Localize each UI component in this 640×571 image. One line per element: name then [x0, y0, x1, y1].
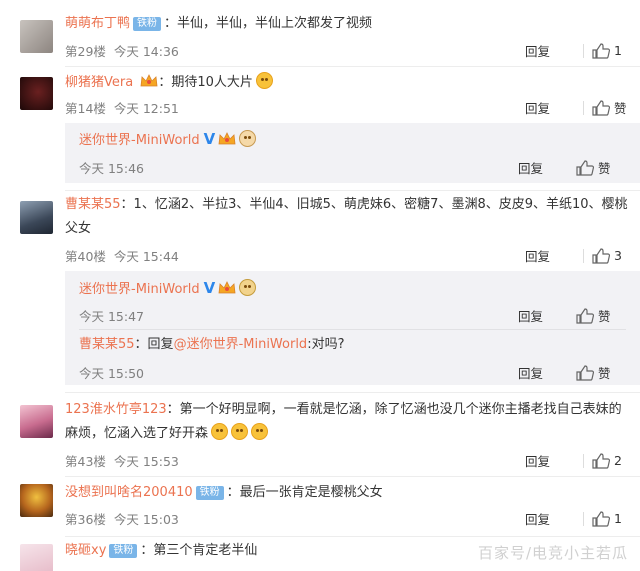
- reply-button[interactable]: 回复: [518, 306, 576, 325]
- sub-reply-box: 迷你世界-MiniWorld V 今天 15:46 回复 赞: [65, 123, 640, 183]
- reply-button[interactable]: 回复: [525, 246, 583, 265]
- like-button[interactable]: 1: [592, 510, 640, 527]
- comment-body: ：期待10人大片: [158, 75, 253, 90]
- like-button[interactable]: 3: [592, 247, 640, 264]
- comment-meta: 第29楼 今天 14:36: [65, 41, 179, 60]
- username-link[interactable]: 迷你世界-MiniWorld: [79, 133, 200, 148]
- thumbs-up-icon: [592, 510, 610, 527]
- comment-body: ：第三个肯定老半仙: [140, 543, 258, 558]
- avatar[interactable]: [20, 77, 53, 110]
- reply-button[interactable]: 回复: [525, 509, 583, 528]
- emoji-cat-icon: [239, 130, 257, 147]
- username-link[interactable]: 晓砸xy: [65, 543, 106, 558]
- timestamp: 今天 14:36: [113, 44, 179, 59]
- emoji-laugh-icon: [251, 423, 269, 440]
- avatar[interactable]: [20, 20, 53, 53]
- reply-button[interactable]: 回复: [525, 451, 583, 470]
- like-count: 2: [614, 453, 622, 468]
- timestamp: 今天 15:46: [79, 161, 144, 176]
- emoji-doge-icon: [239, 279, 257, 296]
- fans-badge: 铁粉: [109, 544, 138, 558]
- comment-body: ：1、忆涵2、半拉3、半仙4、旧城5、萌虎妹6、密糖7、墨渊8、皮皮9、羊纸10…: [65, 197, 628, 236]
- like-button[interactable]: 1: [592, 42, 640, 59]
- like-button[interactable]: 赞: [592, 98, 640, 117]
- username-link[interactable]: 曹某某55: [65, 197, 121, 212]
- sub-reply-text: 曹某某55：回复@迷你世界-MiniWorld:对吗?: [79, 337, 345, 352]
- like-button[interactable]: 赞: [576, 363, 624, 382]
- thumbs-up-icon: [576, 364, 594, 381]
- vip-crown-icon: [218, 281, 236, 294]
- comment-body: ：半仙，半仙，半仙上次都发了视频: [164, 16, 373, 31]
- like-count: 3: [614, 248, 622, 263]
- floor-number: 第43楼: [65, 454, 106, 469]
- sub-reply-box: 迷你世界-MiniWorld V 今天 15:47 回复 赞 曹某某55：回复@迷…: [65, 271, 640, 385]
- reply-button[interactable]: 回复: [518, 158, 576, 177]
- emoji-laugh-icon: [231, 423, 249, 440]
- like-count: 1: [614, 43, 622, 58]
- reply-button[interactable]: 回复: [518, 363, 576, 382]
- reply-button[interactable]: 回复: [525, 41, 583, 60]
- vip-crown-icon: [140, 74, 158, 87]
- timestamp: 今天 15:47: [79, 309, 144, 324]
- timestamp: 今天 15:53: [113, 454, 179, 469]
- timestamp: 今天 15:50: [79, 366, 144, 381]
- vip-crown-icon: [218, 132, 236, 145]
- like-count: 1: [614, 511, 622, 526]
- thumbs-up-icon: [576, 159, 594, 176]
- avatar[interactable]: [20, 544, 53, 571]
- comment-text: 没想到叫啥名200410 铁粉 ：最后一张肯定是樱桃父女: [65, 481, 628, 505]
- comment-text: 萌萌布丁鸭 铁粉 ：半仙，半仙，半仙上次都发了视频: [65, 12, 628, 36]
- username-link[interactable]: 柳猪猪Vera: [65, 75, 133, 90]
- like-button[interactable]: 赞: [576, 158, 624, 177]
- sub-reply-text: 迷你世界-MiniWorld V: [79, 277, 257, 301]
- verified-badge: V: [203, 130, 216, 148]
- emoji-laugh-icon: [211, 423, 229, 440]
- comment-text: 123淮水竹亭123：第一个好明显啊，一看就是忆涵，除了忆涵也没几个迷你主播老找…: [65, 398, 628, 446]
- avatar[interactable]: [20, 201, 53, 234]
- fans-badge: 铁粉: [195, 486, 224, 500]
- thumbs-up-icon: [592, 452, 610, 469]
- username-link[interactable]: 123淮水竹亭123: [65, 402, 167, 417]
- comment-body: ：最后一张肯定是樱桃父女: [226, 485, 383, 500]
- watermark: 百家号/电竞小主若瓜: [477, 544, 628, 562]
- floor-number: 第36楼: [65, 512, 106, 527]
- timestamp: 今天 12:51: [113, 101, 179, 116]
- thumbs-up-icon: [592, 247, 610, 264]
- emoji-glasses-icon: [255, 72, 273, 89]
- floor-number: 第29楼: [65, 44, 106, 59]
- reply-button[interactable]: 回复: [525, 98, 583, 117]
- floor-number: 第14楼: [65, 101, 106, 116]
- username-link[interactable]: 萌萌布丁鸭: [65, 16, 130, 31]
- timestamp: 今天 15:44: [113, 249, 179, 264]
- sub-reply-text: 迷你世界-MiniWorld V: [79, 128, 257, 152]
- avatar[interactable]: [20, 405, 53, 438]
- fans-badge: 铁粉: [133, 17, 162, 31]
- avatar[interactable]: [20, 484, 53, 517]
- thumbs-up-icon: [576, 307, 594, 324]
- like-button[interactable]: 2: [592, 452, 640, 469]
- thumbs-up-icon: [592, 42, 610, 59]
- username-link[interactable]: 曹某某55: [79, 337, 135, 352]
- username-link[interactable]: 没想到叫啥名200410: [65, 485, 193, 500]
- mention-link[interactable]: @迷你世界-MiniWorld: [174, 337, 308, 352]
- thumbs-up-icon: [592, 99, 610, 116]
- comment-text: 曹某某55：1、忆涵2、半拉3、半仙4、旧城5、萌虎妹6、密糖7、墨渊8、皮皮9…: [65, 193, 628, 241]
- username-link[interactable]: 迷你世界-MiniWorld: [79, 282, 200, 297]
- like-button[interactable]: 赞: [576, 306, 624, 325]
- verified-badge: V: [203, 279, 216, 297]
- timestamp: 今天 15:03: [113, 512, 179, 527]
- floor-number: 第40楼: [65, 249, 106, 264]
